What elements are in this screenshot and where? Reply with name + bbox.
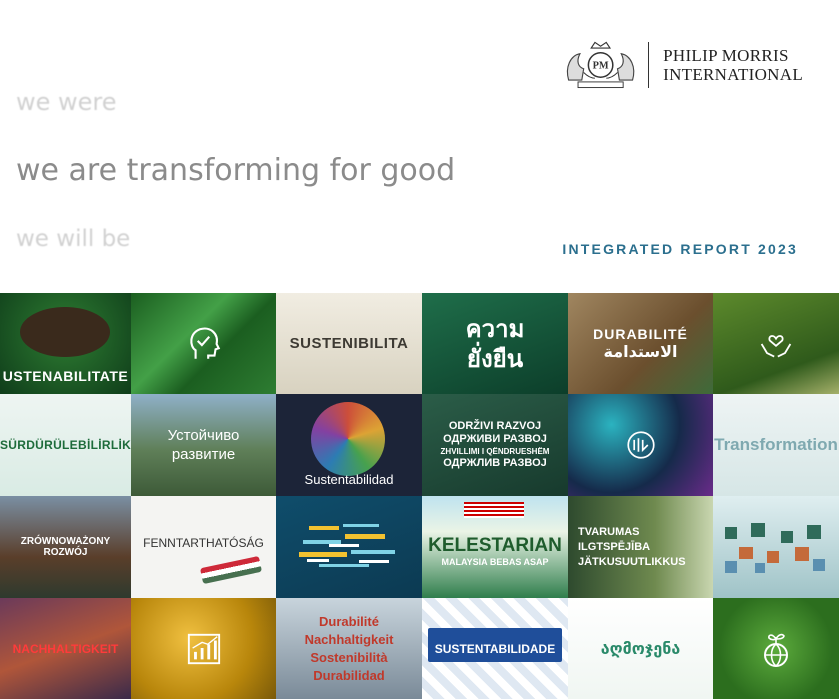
tile-transformation: Transformation bbox=[713, 394, 839, 496]
tile-turkish: SÜRDÜRÜLEBİLİRLİK bbox=[0, 394, 131, 496]
tile-label-line1: Устойчиво bbox=[167, 427, 240, 444]
tile-lab-vials bbox=[568, 394, 713, 496]
tagline-we-were: we were bbox=[16, 88, 117, 116]
report-title: INTEGRATED REPORT 2023 bbox=[562, 241, 798, 257]
head-check-icon bbox=[189, 327, 220, 359]
tile-label-line3: ZHVILLIMI I QËNDRUESHËM bbox=[440, 447, 550, 456]
tile-label-line3: JÄTKUSUUTLIKKUS bbox=[578, 555, 686, 568]
pixel-mosaic-graphic bbox=[725, 523, 825, 573]
tile-label-line3: Sostenibilità bbox=[310, 649, 388, 665]
tile-leaf-globe bbox=[713, 598, 839, 699]
tile-label-line1: ความ bbox=[465, 314, 525, 343]
tile-portuguese: SUSTENTABILIDADE bbox=[422, 598, 568, 699]
lab-equipment-icon bbox=[626, 431, 655, 459]
pmi-crest-icon: PM bbox=[566, 41, 635, 89]
tile-malaysia: KELESTARIAN MALAYSIA BEBAS ASAP bbox=[422, 496, 568, 598]
tile-label-line1: KELESTARIAN bbox=[428, 535, 562, 556]
tile-leaf-check bbox=[131, 293, 276, 394]
tile-pixel-collage bbox=[713, 496, 839, 598]
tile-hungarian: FENNTARTHATÓSÁG bbox=[131, 496, 276, 598]
word-cloud-graphic bbox=[299, 524, 395, 567]
pmi-logo: PM PHILIP MORRIS INTERNATIONAL bbox=[563, 36, 803, 94]
tile-label-line1: TVARUMAS bbox=[578, 525, 640, 538]
tile-label-line2: ОДРЖИВИ РАЗВОЈ bbox=[443, 433, 547, 445]
tile-bulgarian: Устойчиво развитие bbox=[131, 394, 276, 496]
tile-baltic: TVARUMAS ILGTSPĒJĪBA JÄTKUSUUTLIKKUS bbox=[568, 496, 713, 598]
tile-label-line2: ยั่งยืน bbox=[466, 344, 524, 373]
bar-chart-icon bbox=[187, 633, 220, 664]
tile-word-cloud bbox=[276, 496, 422, 598]
tile-label-line2: развитие bbox=[171, 446, 236, 463]
tile-label-line1: ODRŽIVI RAZVOJ bbox=[448, 420, 542, 432]
tile-gold-chart bbox=[131, 598, 276, 699]
tile-balkan: ODRŽIVI RAZVOJ ОДРЖИВИ РАЗВОЈ ZHVILLIMI … bbox=[422, 394, 568, 496]
tile-label-line1: DURABILITÉ bbox=[593, 326, 688, 342]
tile-label: SUSTENIBILITA bbox=[289, 335, 409, 352]
tile-italian: SUSTENIBILITA bbox=[276, 293, 422, 394]
tile-thai: ความ ยั่งยืน bbox=[422, 293, 568, 394]
brand-name: PHILIP MORRIS INTERNATIONAL bbox=[663, 46, 803, 84]
brand-line2: INTERNATIONAL bbox=[663, 65, 803, 84]
tile-label-line2: ILGTSPĒJĪBA bbox=[578, 540, 651, 553]
tile-label-line2: MALAYSIA BEBAS ASAP bbox=[441, 557, 549, 567]
tile-label-line2: Nachhaltigkeit bbox=[304, 631, 394, 647]
globe-sprout-icon bbox=[764, 633, 788, 667]
tile-label: Sustentabilidad bbox=[304, 471, 394, 487]
tile-label-line1: Durabilité bbox=[319, 613, 379, 629]
hungarian-flag-ribbon bbox=[199, 555, 263, 585]
tile-german: NACHHALTIGKEIT bbox=[0, 598, 131, 699]
tile-label: SÜRDÜRÜLEBİLİRLİK bbox=[0, 438, 131, 452]
tile-french-arabic: DURABILITÉ الاستدامة bbox=[568, 293, 713, 394]
tile-label: აღმოჯენა bbox=[600, 639, 681, 658]
logo-divider bbox=[648, 42, 650, 88]
malaysian-flag bbox=[464, 502, 524, 518]
tile-label: Transformation bbox=[714, 435, 838, 454]
tile-label: FENNTARTHATÓSÁG bbox=[143, 536, 264, 550]
tile-georgian: აღმოჯენა bbox=[568, 598, 713, 699]
tile-farmer bbox=[713, 293, 839, 394]
brand-line1: PHILIP MORRIS bbox=[663, 46, 789, 65]
tile-spanish: Sustentabilidad bbox=[276, 394, 422, 496]
tagline-transforming: we are transforming for good bbox=[16, 153, 456, 188]
tile-mosaic: USTENABILITATE SUSTENIBILITA ความ ยั่งยื… bbox=[0, 293, 839, 699]
hands-heart-icon bbox=[760, 334, 792, 357]
tile-label: NACHHALTIGKEIT bbox=[12, 641, 119, 656]
tile-label: USTENABILITATE bbox=[2, 367, 129, 384]
tagline-we-will-be: we will be bbox=[16, 226, 131, 252]
tile-label: SUSTENTABILIDADE bbox=[434, 641, 556, 656]
tile-polish: ZRÓWNOWAŻONY ROZWÓJ bbox=[0, 496, 131, 598]
tile-label: ZRÓWNOWAŻONY ROZWÓJ bbox=[20, 536, 111, 558]
tile-label-line4: Durabilidad bbox=[313, 667, 385, 683]
tile-label-line2: الاستدامة bbox=[603, 342, 678, 361]
tile-romanian: USTENABILITATE bbox=[0, 293, 131, 394]
svg-text:PM: PM bbox=[593, 61, 609, 72]
tile-label-line4: ОДРЖЛИВ РАЗВОЈ bbox=[443, 457, 547, 469]
tile-multilingual: Durabilité Nachhaltigkeit Sostenibilità … bbox=[276, 598, 422, 699]
